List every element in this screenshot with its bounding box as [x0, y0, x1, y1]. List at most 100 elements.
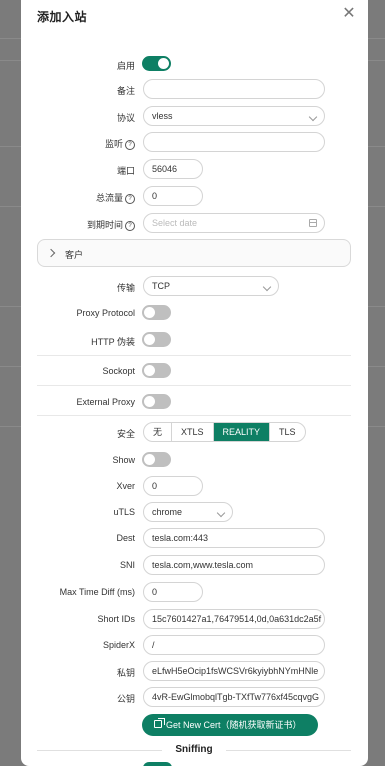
security-option-tls[interactable]: TLS — [269, 423, 305, 441]
total-traffic-label-text: 总流量 — [95, 193, 123, 203]
divider — [37, 415, 351, 416]
xver-label: Xver — [116, 481, 135, 491]
enable-toggle[interactable] — [142, 56, 171, 71]
add-inbound-modal: 添加入站 ✕ 启用 备注 协议 vless 监听? 端口 56046 总流量? … — [21, 0, 368, 766]
max-time-diff-label: Max Time Diff (ms) — [59, 587, 135, 597]
http-obfs-toggle[interactable] — [142, 332, 171, 347]
calendar-icon — [309, 219, 317, 227]
network-select[interactable]: TCP — [143, 276, 279, 296]
short-ids-input[interactable]: 15c7601427a1,76479514,0d,0a631dc2a5f — [143, 609, 325, 629]
expiry-label: 到期时间? — [87, 218, 135, 231]
external-proxy-label: External Proxy — [76, 397, 135, 407]
network-value: TCP — [152, 281, 170, 291]
private-key-label: 私钥 — [116, 668, 135, 678]
row-dest: Dest tesla.com:443 — [21, 528, 368, 552]
chevron-down-icon — [216, 508, 226, 518]
sni-input[interactable]: tesla.com,www.tesla.com — [143, 555, 325, 575]
show-toggle[interactable] — [142, 452, 171, 467]
row-show: Show — [21, 450, 368, 474]
row-proxy-protocol: Proxy Protocol — [21, 303, 368, 327]
utls-select[interactable]: chrome — [143, 502, 233, 522]
security-option-xtls[interactable]: XTLS — [171, 423, 213, 441]
row-utls: uTLS chrome — [21, 502, 368, 526]
security-segmented-control: 无 XTLS REALITY TLS — [143, 422, 306, 442]
listen-label-text: 监听 — [104, 139, 123, 149]
protocol-value: vless — [152, 111, 173, 121]
row-short-ids: Short IDs 15c7601427a1,76479514,0d,0a631… — [21, 609, 368, 633]
modal-header: 添加入站 ✕ — [21, 0, 368, 32]
http-obfs-label: HTTP 伪装 — [91, 337, 135, 347]
row-listen: 监听? — [21, 132, 368, 156]
spiderx-input[interactable]: / — [143, 635, 325, 655]
sniffing-toggle[interactable] — [143, 762, 172, 766]
row-remark: 备注 — [21, 79, 368, 103]
proxy-protocol-toggle[interactable] — [142, 305, 171, 320]
expiry-placeholder: Select date — [152, 218, 198, 228]
help-icon[interactable]: ? — [125, 140, 135, 150]
row-spiderx: SpiderX / — [21, 635, 368, 659]
row-port: 端口 56046 — [21, 159, 368, 183]
sniffing-label: Sniffing — [175, 744, 213, 755]
remark-label: 备注 — [116, 86, 135, 96]
row-enable: 启用 — [21, 54, 368, 78]
security-label: 安全 — [116, 429, 135, 439]
port-input[interactable]: 56046 — [143, 159, 203, 179]
security-option-none[interactable]: 无 — [144, 423, 171, 441]
row-public-key: 公钥 4vR-EwGlmobqlTgb-TXfTw776xf45cqvgG — [21, 687, 368, 711]
port-label: 端口 — [116, 166, 135, 176]
row-external-proxy: External Proxy — [21, 392, 368, 416]
divider — [37, 385, 351, 386]
row-xver: Xver 0 — [21, 476, 368, 500]
clients-collapse[interactable]: 客户 — [37, 239, 351, 267]
row-max-time-diff: Max Time Diff (ms) 0 — [21, 582, 368, 606]
public-key-label: 公钥 — [116, 694, 135, 704]
get-new-cert-label: Get New Cert（随机获取新证书） — [166, 720, 302, 730]
help-icon[interactable]: ? — [125, 221, 135, 231]
row-network: 传输 TCP — [21, 276, 368, 300]
listen-label: 监听? — [105, 137, 135, 150]
remark-input[interactable] — [143, 79, 325, 99]
expiry-date-picker[interactable]: Select date — [143, 213, 325, 233]
proxy-protocol-label: Proxy Protocol — [76, 308, 135, 318]
chevron-down-icon — [308, 112, 318, 122]
external-proxy-toggle[interactable] — [142, 394, 171, 409]
short-ids-label: Short IDs — [97, 614, 135, 624]
external-link-icon — [154, 718, 165, 728]
chevron-down-icon — [262, 282, 272, 292]
security-option-reality[interactable]: REALITY — [212, 423, 270, 441]
protocol-label: 协议 — [116, 113, 135, 123]
help-icon[interactable]: ? — [125, 194, 135, 204]
dest-input[interactable]: tesla.com:443 — [143, 528, 325, 548]
row-sni: SNI tesla.com,www.tesla.com — [21, 555, 368, 579]
utls-value: chrome — [152, 507, 183, 517]
xver-input[interactable]: 0 — [143, 476, 203, 496]
row-security: 安全 无 XTLS REALITY TLS — [21, 422, 368, 446]
sockopt-toggle[interactable] — [142, 363, 171, 378]
dest-label: Dest — [116, 533, 135, 543]
row-total-traffic: 总流量? 0 — [21, 186, 368, 210]
protocol-select[interactable]: vless — [143, 106, 325, 126]
total-traffic-input[interactable]: 0 — [143, 186, 203, 206]
public-key-input[interactable]: 4vR-EwGlmobqlTgb-TXfTw776xf45cqvgG — [143, 687, 325, 707]
utls-label: uTLS — [113, 507, 135, 517]
max-time-diff-input[interactable]: 0 — [143, 582, 203, 602]
total-traffic-label: 总流量? — [96, 191, 135, 204]
sni-label: SNI — [119, 560, 135, 570]
divider — [37, 355, 351, 356]
expiry-label-text: 到期时间 — [86, 220, 123, 230]
listen-input[interactable] — [143, 132, 325, 152]
network-label: 传输 — [116, 283, 135, 293]
show-label: Show — [112, 455, 135, 465]
private-key-input[interactable]: eLfwH5eOcip1fsWCSVr6kyiybhNYmHNle — [143, 661, 325, 681]
row-sockopt: Sockopt — [21, 361, 368, 385]
spiderx-label: SpiderX — [102, 640, 135, 650]
row-get-cert: Get New Cert（随机获取新证书） — [21, 714, 368, 738]
row-expiry: 到期时间? Select date — [21, 213, 368, 237]
row-private-key: 私钥 eLfwH5eOcip1fsWCSVr6kyiybhNYmHNle — [21, 661, 368, 685]
close-icon[interactable]: ✕ — [341, 6, 357, 22]
get-new-cert-button[interactable]: Get New Cert（随机获取新证书） — [142, 714, 318, 736]
clients-label: 客户 — [65, 250, 84, 260]
chevron-right-icon — [46, 248, 56, 258]
modal-title: 添加入站 — [37, 10, 88, 24]
sockopt-label: Sockopt — [102, 366, 135, 376]
